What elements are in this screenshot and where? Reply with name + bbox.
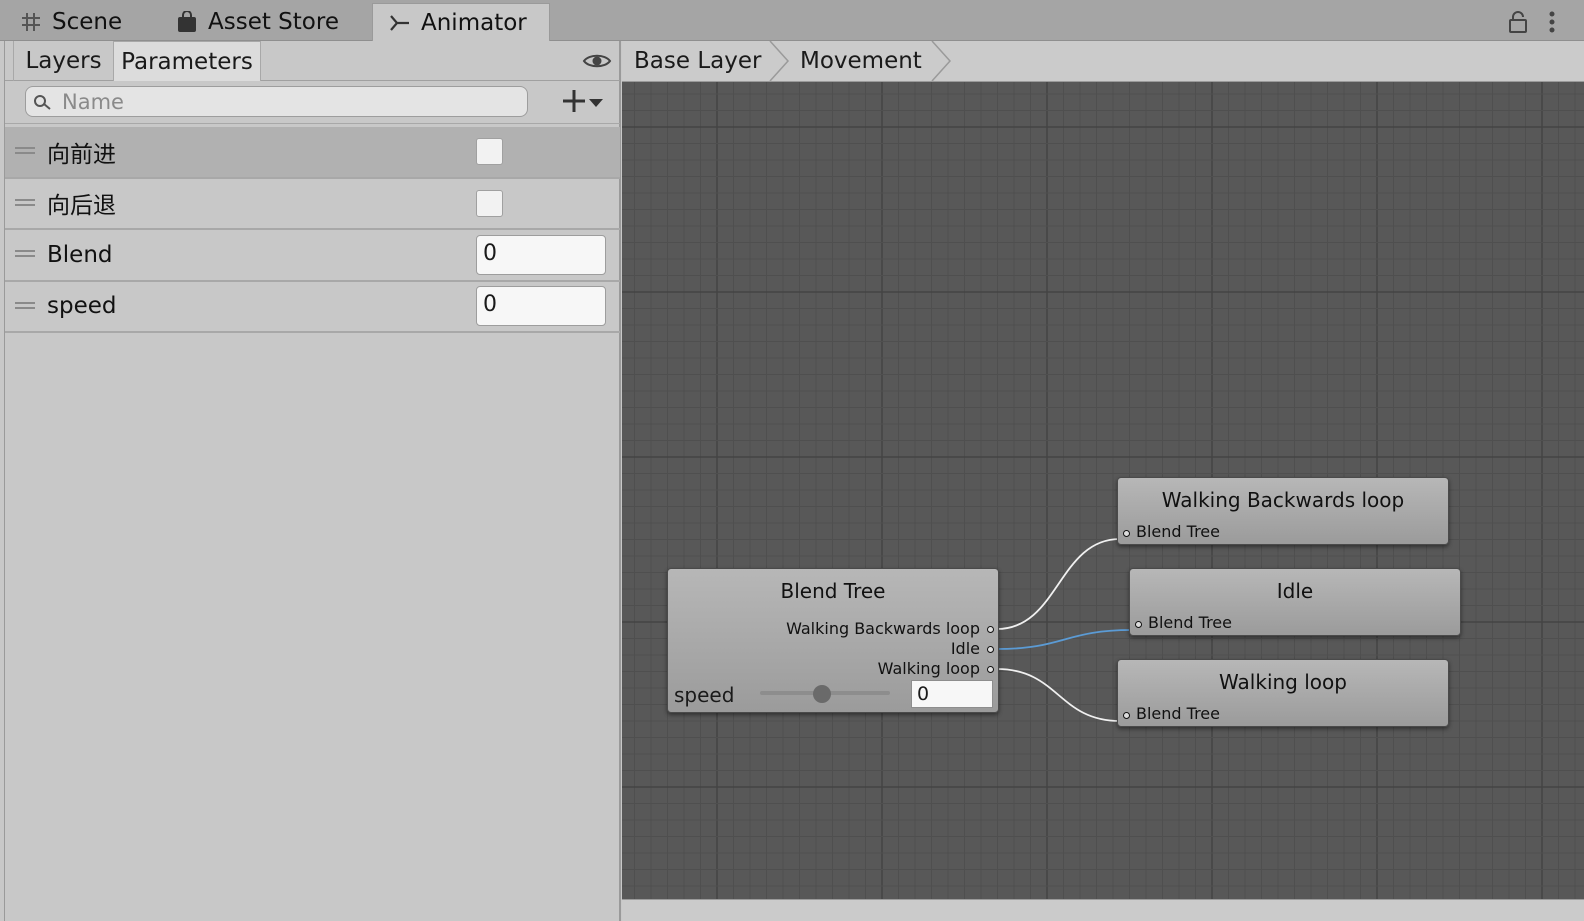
parameter-checkbox[interactable] xyxy=(476,189,503,217)
blend-tree-node[interactable]: Blend Tree Walking Backwards loop Idle W… xyxy=(667,568,999,713)
breadcrumb-movement[interactable]: Movement xyxy=(800,41,922,81)
plus-icon xyxy=(561,88,587,118)
animator-icon xyxy=(389,12,411,34)
drag-handle-icon[interactable] xyxy=(15,301,35,310)
parameter-name: 向后退 xyxy=(47,193,116,220)
input-port-icon[interactable] xyxy=(1123,530,1130,537)
parameter-name: 向前进 xyxy=(47,141,116,168)
panel-subtabs: Layers Parameters xyxy=(5,41,620,81)
input-port-icon[interactable] xyxy=(1135,621,1142,628)
output-label: Walking Backwards loop xyxy=(786,619,980,638)
list-item[interactable]: 向前进 xyxy=(5,127,620,179)
list-item[interactable]: Blend 0 xyxy=(5,230,620,282)
tab-scene-label: Scene xyxy=(52,9,123,35)
node-title: Idle xyxy=(1276,579,1314,603)
parameter-name: Blend xyxy=(47,241,113,268)
node-title: Blend Tree xyxy=(780,579,886,603)
node-title: Walking Backwards loop xyxy=(1161,488,1405,512)
parameter-name: speed xyxy=(47,293,117,320)
motion-node-idle[interactable]: Idle Blend Tree xyxy=(1129,568,1461,636)
output-port-icon[interactable] xyxy=(987,666,994,673)
list-item[interactable]: 向后退 xyxy=(5,179,620,230)
output-label: Walking loop xyxy=(877,659,980,678)
editor-tab-bar: Scene Asset Store Animator xyxy=(0,0,1584,41)
drag-handle-icon[interactable] xyxy=(15,198,35,207)
parameter-list: 向前进 向后退 Blend 0 speed 0 xyxy=(5,127,620,333)
lock-icon[interactable] xyxy=(1508,11,1528,33)
input-label: Blend Tree xyxy=(1136,704,1220,723)
output-port-icon[interactable] xyxy=(987,646,994,653)
tab-layers[interactable]: Layers xyxy=(13,41,113,81)
breadcrumb: Base Layer Movement xyxy=(622,41,1584,82)
add-parameter-button[interactable] xyxy=(561,88,613,118)
graph-canvas[interactable]: Blend Tree Walking Backwards loop Idle W… xyxy=(622,82,1584,899)
eye-icon[interactable] xyxy=(582,51,612,71)
parameter-search-row xyxy=(5,82,620,124)
slider-knob[interactable] xyxy=(813,685,831,703)
search-input[interactable] xyxy=(62,89,522,114)
tab-animator-label: Animator xyxy=(421,9,527,36)
tab-asset-store-label: Asset Store xyxy=(208,9,339,35)
drag-handle-icon[interactable] xyxy=(15,147,35,155)
tab-asset-store[interactable]: Asset Store xyxy=(160,3,370,41)
tab-parameters[interactable]: Parameters xyxy=(113,41,261,81)
shopping-bag-icon xyxy=(176,11,198,33)
animator-window: Scene Asset Store Animator Layers Parame… xyxy=(0,0,1584,921)
input-port-icon[interactable] xyxy=(1123,712,1130,719)
grid-icon xyxy=(20,11,42,33)
blend-parameter-label: speed xyxy=(674,683,735,707)
parameters-panel: Layers Parameters Name 向前进 向后退 Blend 0 s… xyxy=(4,41,621,921)
output-port-icon[interactable] xyxy=(987,626,994,633)
parameter-checkbox[interactable] xyxy=(476,138,503,166)
more-options-icon[interactable] xyxy=(1544,10,1560,34)
blend-parameter-field[interactable]: 0 xyxy=(911,680,993,708)
list-item[interactable]: speed 0 xyxy=(5,282,620,333)
input-label: Blend Tree xyxy=(1148,613,1232,632)
status-strip xyxy=(622,899,1584,921)
output-label: Idle xyxy=(950,639,980,658)
motion-node-walking-backwards[interactable]: Walking Backwards loop Blend Tree xyxy=(1117,477,1449,545)
tab-scene[interactable]: Scene xyxy=(4,3,154,41)
chevron-down-icon xyxy=(587,94,605,113)
tab-animator[interactable]: Animator xyxy=(372,3,550,41)
breadcrumb-separator-icon xyxy=(769,41,790,81)
search-icon xyxy=(32,93,56,111)
node-title: Walking loop xyxy=(1219,670,1347,694)
motion-node-walking[interactable]: Walking loop Blend Tree xyxy=(1117,659,1449,727)
animator-graph-panel: Base Layer Movement Blend Tree Walking B… xyxy=(622,41,1584,921)
breadcrumb-base-layer[interactable]: Base Layer xyxy=(634,41,761,81)
breadcrumb-separator-icon xyxy=(931,41,952,81)
input-label: Blend Tree xyxy=(1136,522,1220,541)
parameter-value-field[interactable]: 0 xyxy=(476,234,606,275)
parameter-search-box[interactable] xyxy=(25,86,528,117)
drag-handle-icon[interactable] xyxy=(15,250,35,258)
parameter-value-field[interactable]: 0 xyxy=(476,286,606,327)
